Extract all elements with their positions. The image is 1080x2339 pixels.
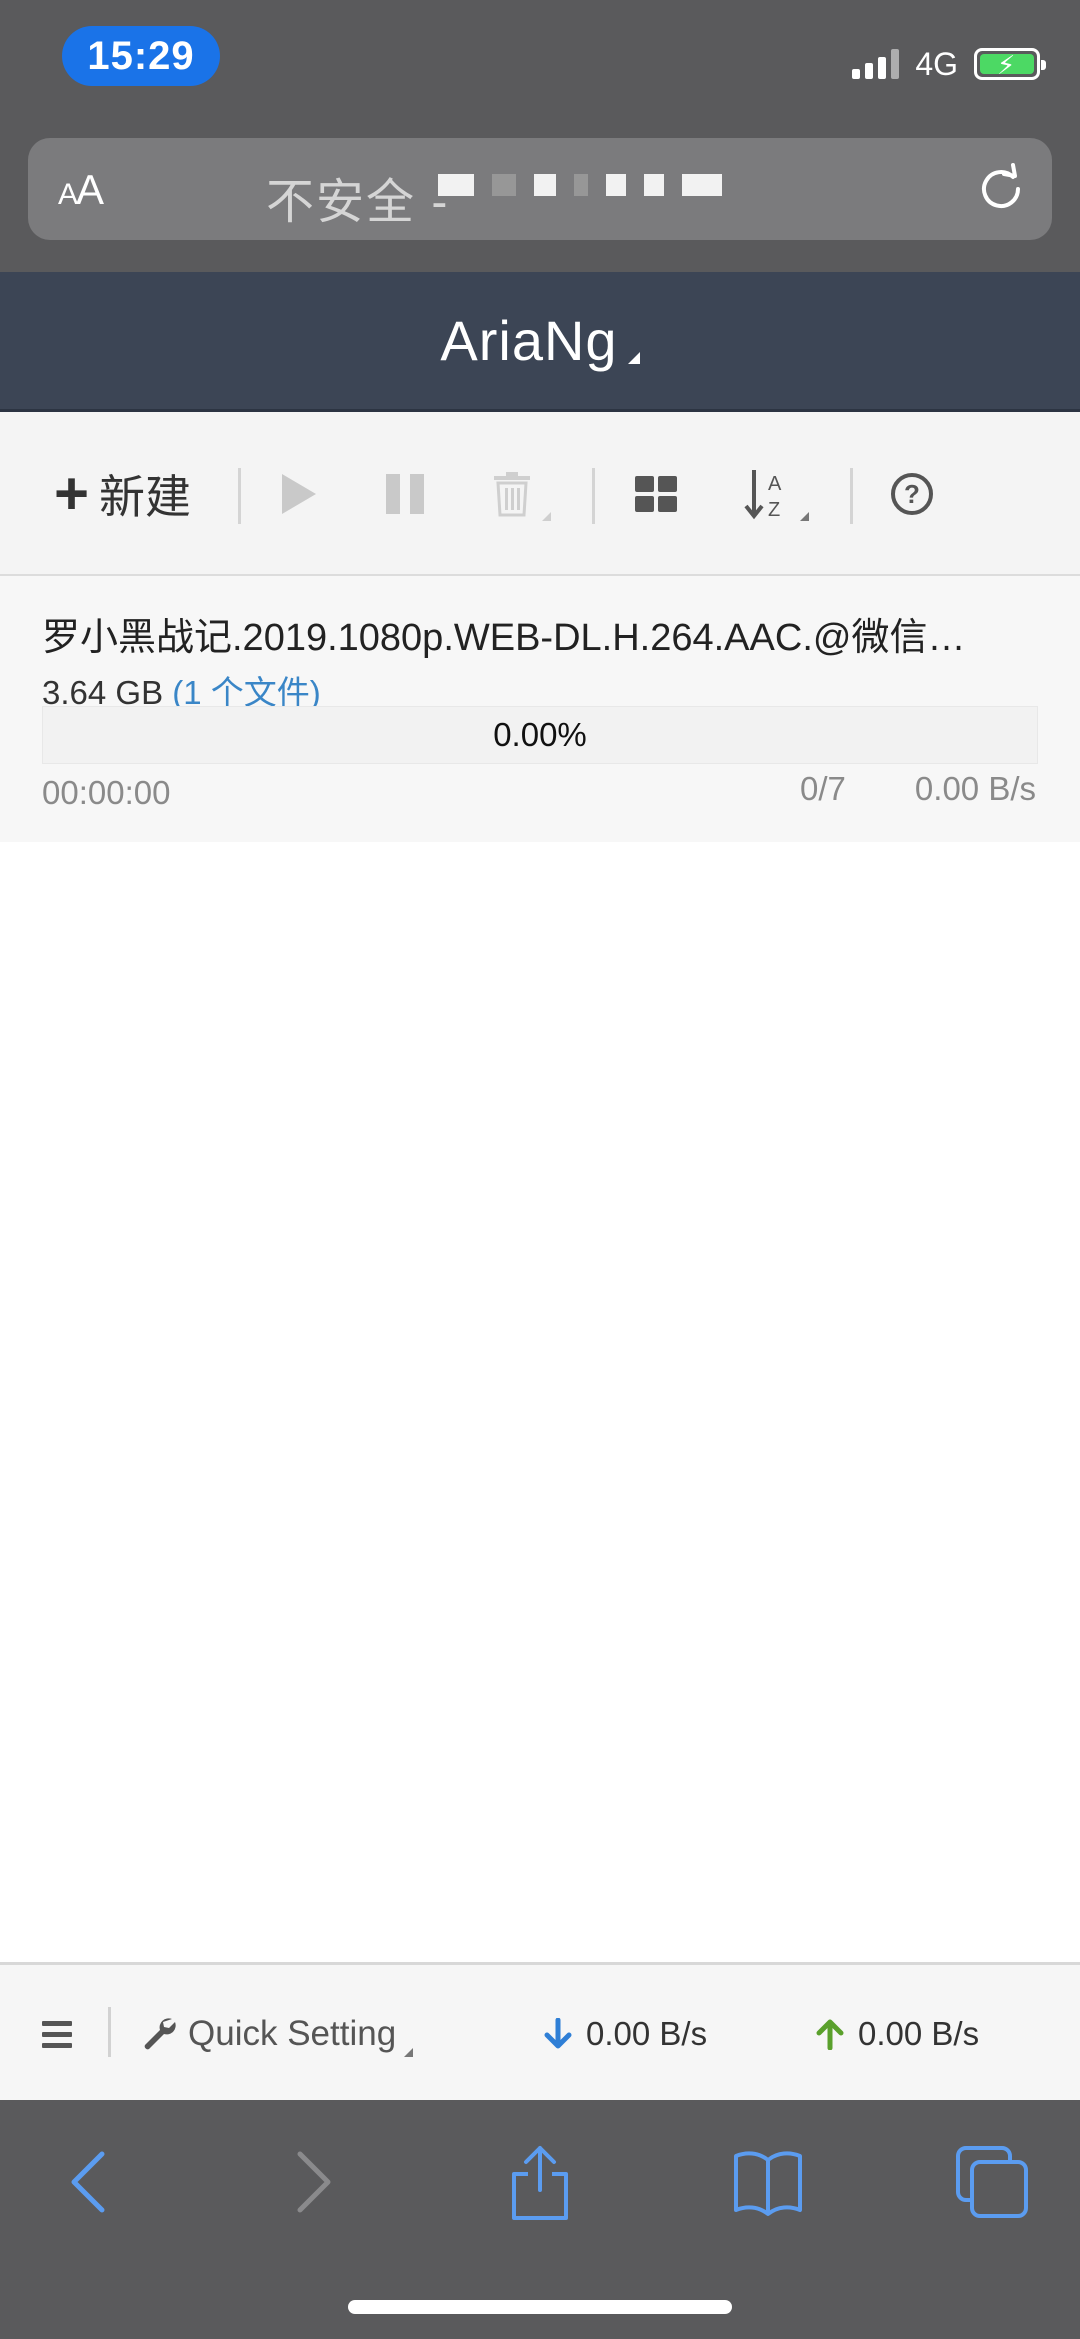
reload-icon[interactable] <box>974 162 1028 216</box>
task-eta: 00:00:00 <box>42 774 171 811</box>
battery-icon: ⚡ <box>974 48 1046 80</box>
quick-setting-label: Quick Setting <box>188 2014 397 2053</box>
help-button[interactable]: ? <box>890 412 934 576</box>
toolbar-divider <box>592 468 595 524</box>
progress-percent: 0.00% <box>493 716 587 753</box>
caret-down-icon <box>404 2047 414 2057</box>
help-icon: ? <box>891 473 933 515</box>
toolbar-divider <box>238 468 241 524</box>
task-name[interactable]: 罗小黑战记.2019.1080p.WEB-DL.H.264.AAC.@微信… <box>42 606 1042 661</box>
forward-icon[interactable] <box>272 2142 352 2222</box>
caret-down-icon <box>542 512 551 521</box>
task-connections: 0/7 <box>800 770 846 807</box>
arrow-up-icon <box>816 2019 844 2050</box>
bottom-status-bar: Quick Setting 0.00 B/s 0.00 B/s <box>0 1962 1080 2100</box>
bookmarks-icon[interactable] <box>728 2142 808 2222</box>
play-icon <box>282 474 316 514</box>
url-security-label: 不安全 - <box>266 176 450 229</box>
start-button[interactable] <box>278 412 318 576</box>
global-download-speed: 0.00 B/s <box>544 1965 707 2103</box>
caret-down-icon <box>627 352 640 364</box>
caret-down-icon <box>800 512 809 521</box>
address-bar[interactable]: AA 不安全 - <box>28 138 1052 240</box>
plus-icon: + <box>54 460 90 527</box>
pause-icon <box>386 474 424 514</box>
status-time: 15:29 <box>62 26 220 86</box>
task-item[interactable]: 罗小黑战记.2019.1080p.WEB-DL.H.264.AAC.@微信… 3… <box>0 576 1080 842</box>
status-indicators: 4G ⚡ <box>852 44 1046 84</box>
task-progress-bar: 0.00% <box>42 706 1038 764</box>
menu-icon[interactable] <box>42 2021 72 2054</box>
toolbar-divider <box>850 468 853 524</box>
grid-icon <box>635 476 677 512</box>
task-toolbar: + 新建 A Z ? <box>0 412 1080 576</box>
app-header: AriaNg <box>0 272 1080 412</box>
new-task-button[interactable]: + 新建 <box>54 412 191 576</box>
sort-button[interactable]: A Z <box>744 412 809 576</box>
signal-icon <box>852 49 900 79</box>
svg-text:A: A <box>768 473 782 495</box>
pause-button[interactable] <box>384 412 426 576</box>
svg-text:Z: Z <box>768 499 780 520</box>
trash-icon <box>494 472 530 517</box>
global-upload-speed: 0.00 B/s <box>816 1965 979 2103</box>
network-label: 4G <box>915 45 958 82</box>
display-mode-button[interactable] <box>634 412 678 576</box>
url-redacted <box>438 174 722 196</box>
ios-top-area: 15:29 4G ⚡ AA 不安全 - <box>0 0 1080 272</box>
wrench-icon <box>144 2018 176 2050</box>
status-divider <box>108 2007 111 2057</box>
app-title[interactable]: AriaNg <box>440 308 640 373</box>
new-task-label: 新建 <box>99 471 192 523</box>
task-speed: 0.00 B/s <box>914 770 1036 807</box>
tabs-icon[interactable] <box>952 2142 1032 2222</box>
home-indicator[interactable] <box>348 2300 732 2314</box>
quick-setting-button[interactable]: Quick Setting <box>142 1965 414 2103</box>
delete-button[interactable] <box>492 412 551 576</box>
svg-text:?: ? <box>904 479 920 509</box>
text-size-button[interactable]: AA <box>58 166 104 214</box>
arrow-down-icon <box>544 2018 572 2049</box>
share-icon[interactable] <box>500 2142 580 2222</box>
sort-az-icon: A Z <box>744 470 782 520</box>
back-icon[interactable] <box>50 2142 130 2222</box>
